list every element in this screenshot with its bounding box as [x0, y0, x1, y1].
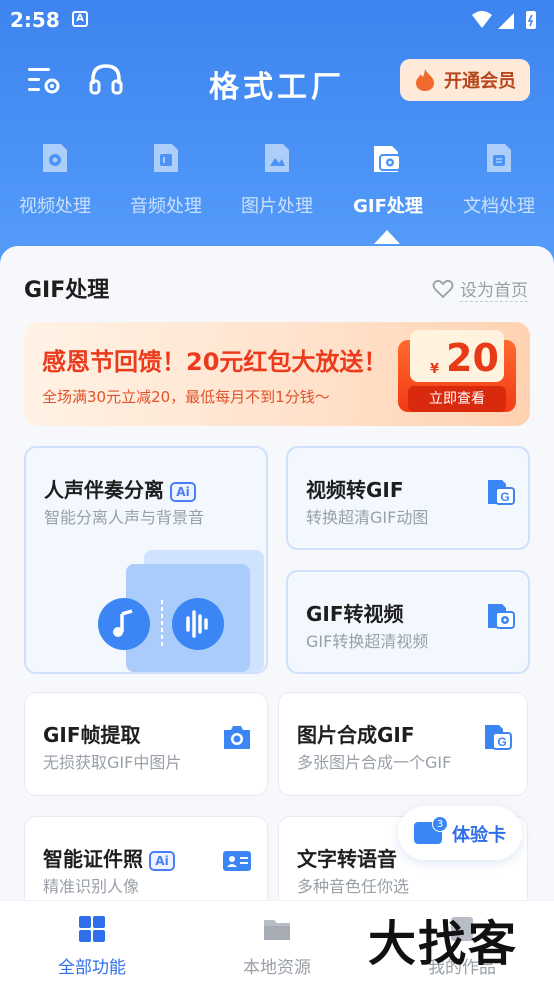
gif-frame-extract-card[interactable]: GIF帧提取 无损获取GIF中图片: [24, 692, 268, 796]
nav-all-features[interactable]: 全部功能: [22, 913, 162, 978]
coupon-currency: ¥: [430, 362, 440, 377]
tab-label: 音频处理: [130, 196, 202, 217]
tab-label: 图片处理: [241, 196, 313, 217]
heart-icon: [432, 279, 454, 299]
watermark-logo: 大找客: [368, 916, 519, 972]
gif-to-video-card[interactable]: GIF转视频 GIF转换超清视频: [286, 570, 530, 674]
audio-file-icon: [154, 144, 178, 172]
images-to-gif-card[interactable]: 图片合成GIF 多张图片合成一个GIF G: [278, 692, 528, 796]
card-title: GIF转视频: [306, 602, 404, 626]
card-subtitle: 多张图片合成一个GIF: [297, 753, 452, 772]
gif-file-icon: [374, 146, 401, 172]
tab-audio[interactable]: 音频处理: [111, 140, 221, 218]
card-title: 视频转GIF: [306, 478, 404, 502]
video-to-gif-card[interactable]: 视频转GIF 转换超清GIF动图 G: [286, 446, 530, 550]
banner-subtitle: 全场满30元立减20，最低每月不到1分钱～: [42, 388, 330, 406]
video-convert-icon: [488, 604, 515, 629]
tab-video[interactable]: 视频处理: [0, 140, 110, 218]
tab-document[interactable]: 文档处理: [444, 140, 554, 218]
coupon-graphic: ¥ 20 立即查看: [398, 330, 516, 418]
tab-label: 文档处理: [463, 196, 535, 217]
video-file-icon: [43, 144, 67, 172]
tab-image[interactable]: 图片处理: [222, 140, 332, 218]
view-now-button[interactable]: 立即查看: [408, 386, 506, 412]
id-card-icon: [223, 851, 251, 871]
promo-banner[interactable]: 感恩节回馈！20元红包大放送！ 全场满30元立减20，最低每月不到1分钱～ ¥ …: [24, 322, 530, 426]
grid-icon: [79, 916, 105, 942]
card-subtitle: 无损获取GIF中图片: [43, 753, 182, 772]
trial-count-badge: 3: [432, 816, 448, 832]
card-title-text: 人声伴奏分离: [44, 478, 164, 502]
set-home-button[interactable]: 设为首页: [432, 276, 528, 302]
card-subtitle: GIF转换超清视频: [306, 632, 429, 651]
card-title: 智能证件照 Ai: [43, 843, 175, 872]
flame-icon: [416, 69, 434, 91]
top-bar: 格式工厂 开通会员: [0, 52, 554, 108]
image-file-icon: [265, 144, 289, 172]
audio-split-illustration: [98, 550, 264, 672]
section-title: GIF处理: [24, 278, 110, 303]
document-file-icon: [487, 144, 511, 172]
coupon-card: ¥ 20: [410, 330, 504, 382]
card-title: GIF帧提取: [43, 723, 141, 747]
card-title: 文字转语音: [297, 847, 397, 871]
svg-text:G: G: [500, 490, 509, 504]
status-icons: [472, 11, 536, 29]
active-tab-pointer: [374, 230, 400, 244]
card-subtitle: 多种音色任你选: [297, 877, 410, 896]
vocal-split-card[interactable]: 人声伴奏分离 Ai 智能分离人声与背景音: [24, 446, 268, 674]
camera-icon: [224, 726, 250, 749]
tab-label: GIF处理: [353, 196, 423, 217]
set-home-label: 设为首页: [460, 276, 528, 302]
trial-card-button[interactable]: 3 体验卡: [398, 806, 522, 860]
notification-icon: A: [72, 11, 88, 27]
coupon-amount: 20: [446, 336, 499, 380]
nav-label: 全部功能: [58, 958, 126, 978]
ai-badge: Ai: [170, 481, 196, 502]
card-subtitle: 转换超清GIF动图: [306, 508, 429, 527]
status-bar: 2:58 A: [0, 0, 554, 40]
trial-label: 体验卡: [452, 825, 506, 846]
card-title: 图片合成GIF: [297, 723, 415, 747]
nav-label: 本地资源: [243, 958, 311, 978]
svg-text:G: G: [497, 735, 506, 749]
status-time: 2:58: [10, 8, 60, 32]
card-title-text: 智能证件照: [43, 847, 143, 871]
nav-local-resources[interactable]: 本地资源: [207, 913, 347, 978]
banner-title: 感恩节回馈！20元红包大放送！: [42, 348, 388, 376]
tab-gif[interactable]: GIF处理: [333, 140, 443, 218]
ai-badge: Ai: [149, 850, 175, 871]
tab-label: 视频处理: [19, 196, 91, 217]
card-subtitle: 智能分离人声与背景音: [44, 508, 205, 527]
folder-icon: [264, 920, 290, 940]
category-tabs: 视频处理 音频处理 图片处理 GIF处理 文档处理: [0, 140, 554, 240]
open-vip-button[interactable]: 开通会员: [400, 59, 530, 101]
gif-convert-icon: G: [488, 480, 515, 505]
card-subtitle: 精准识别人像: [43, 877, 140, 896]
card-title: 人声伴奏分离 Ai: [44, 474, 196, 503]
gif-merge-icon: G: [485, 725, 512, 750]
vip-label: 开通会员: [444, 71, 516, 92]
